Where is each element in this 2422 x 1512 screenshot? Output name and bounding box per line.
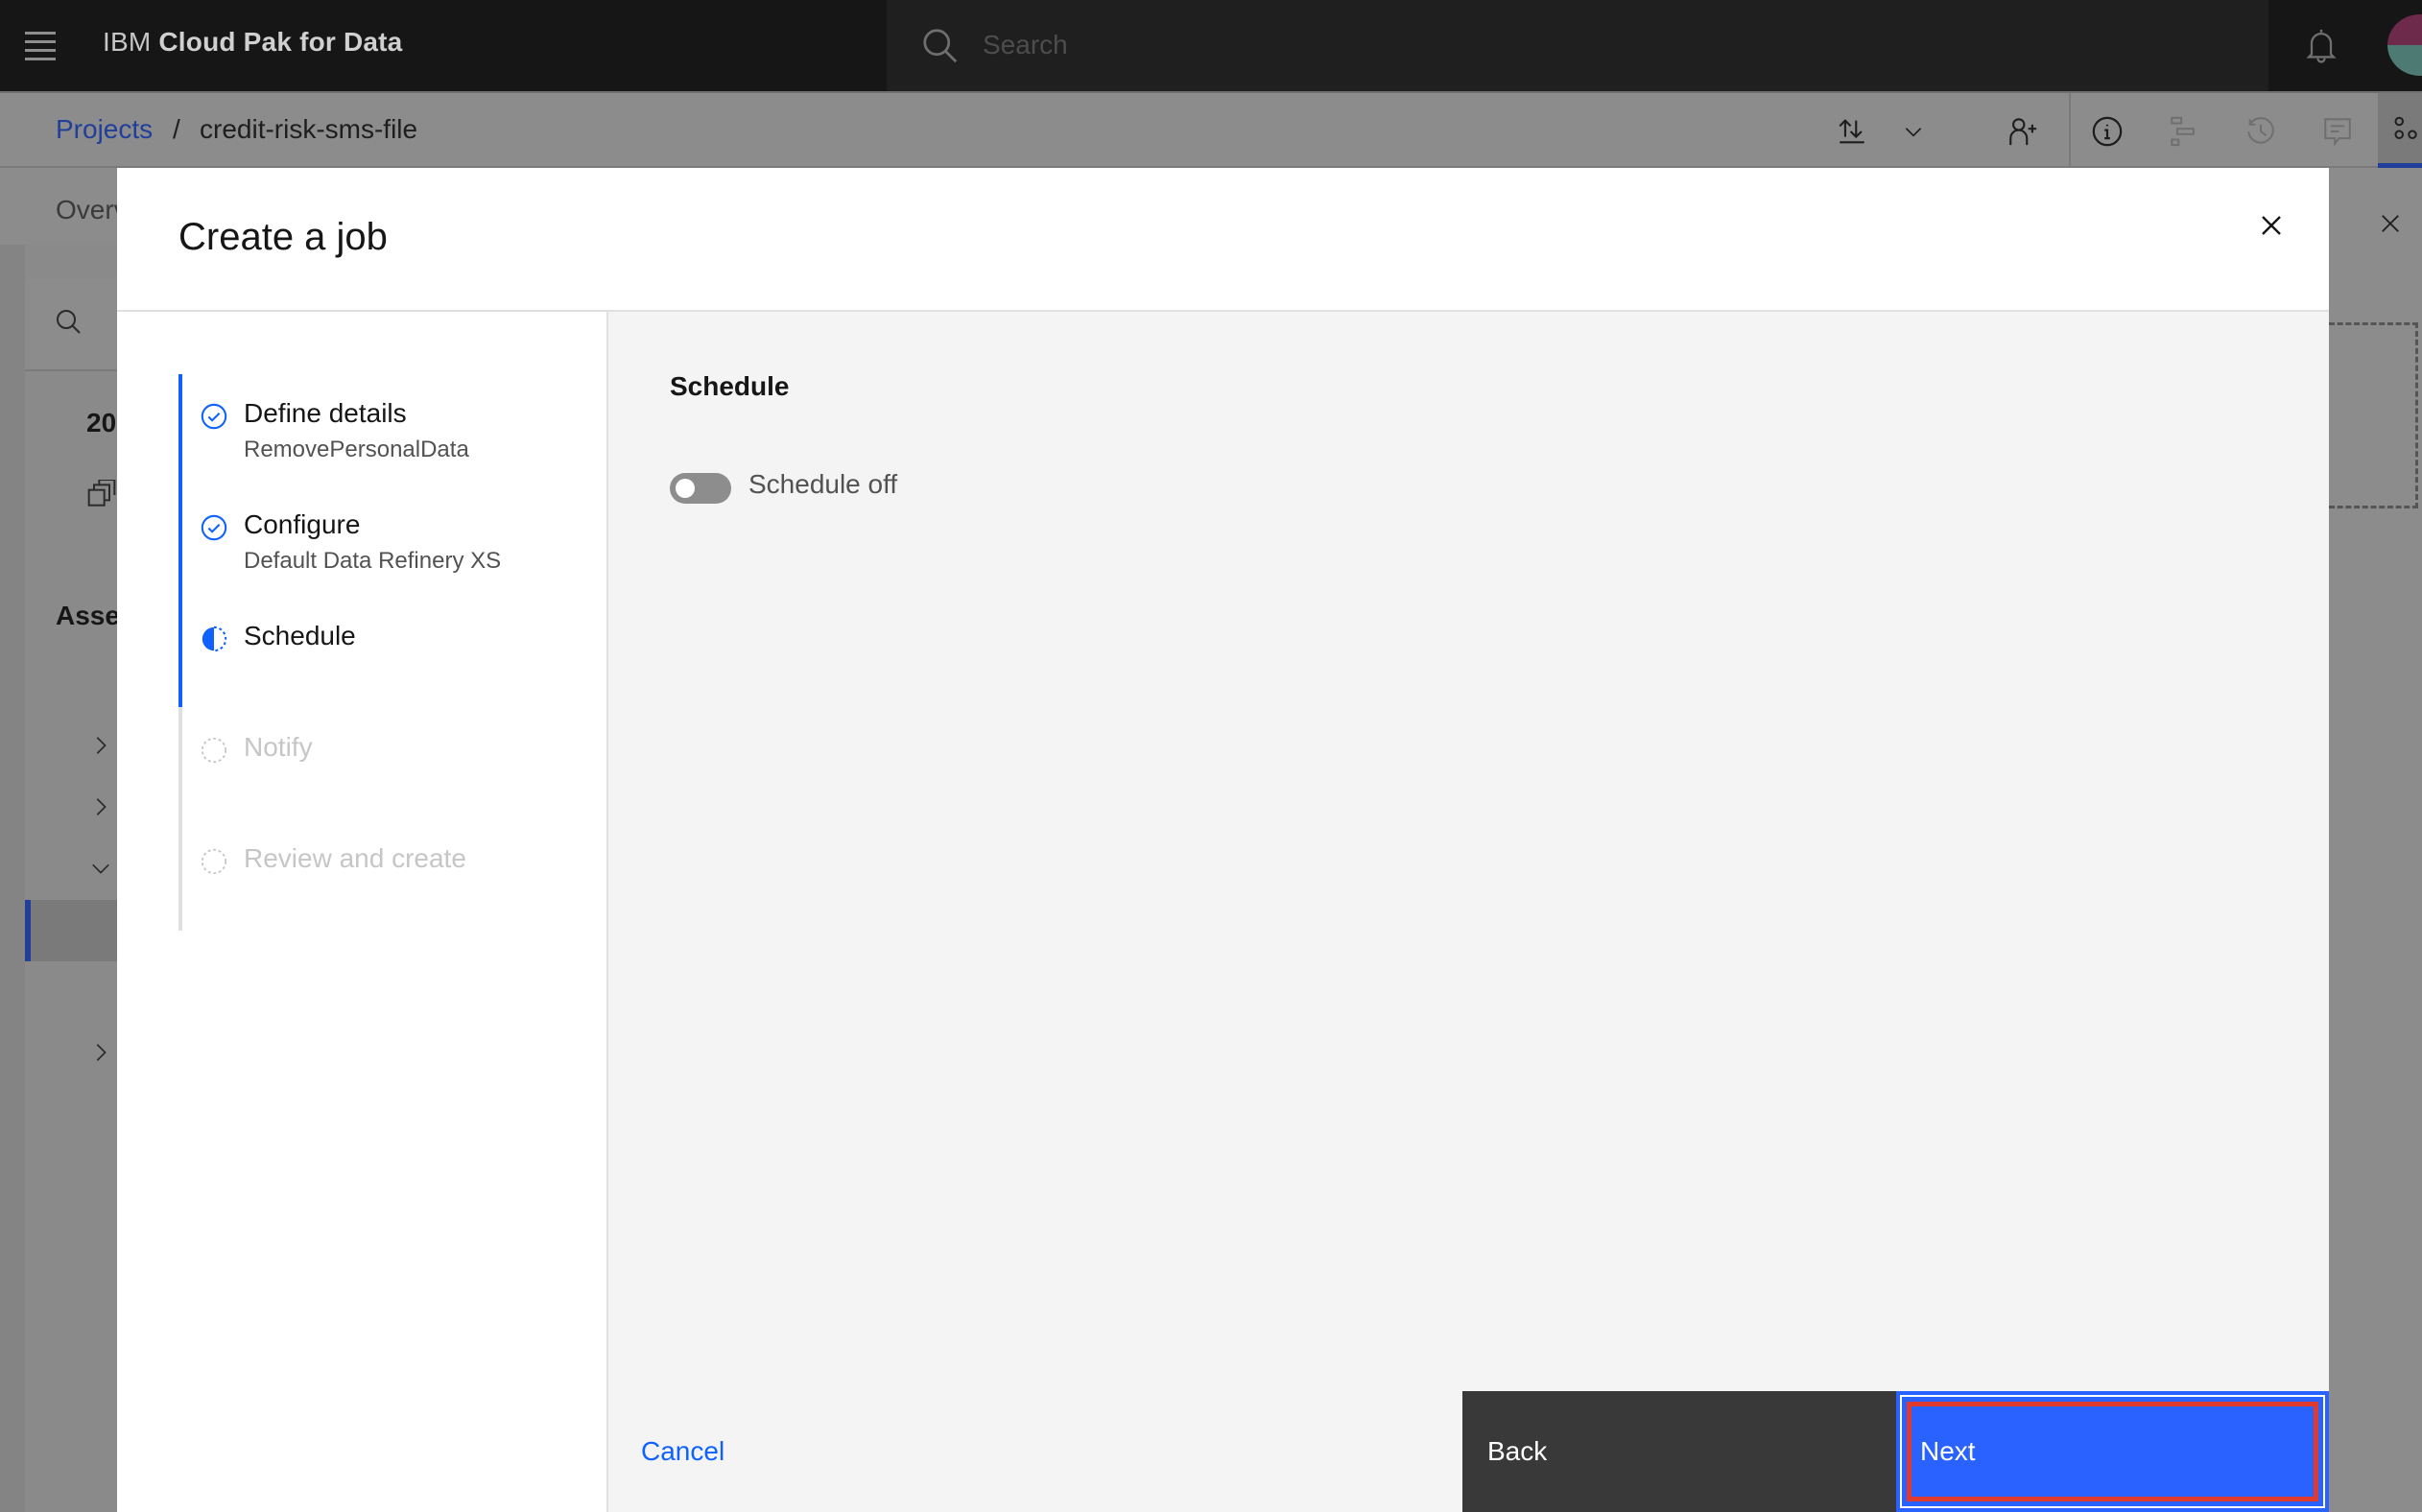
modal-close-button[interactable]	[2243, 197, 2300, 254]
modal-title: Create a job	[178, 216, 388, 258]
close-icon	[2262, 216, 2281, 235]
search-icon	[57, 310, 81, 334]
schedule-toggle[interactable]	[670, 473, 731, 504]
search-input[interactable]	[983, 21, 2134, 69]
modal-header: Create a job	[117, 168, 2329, 312]
progress-track-fill	[178, 374, 182, 707]
breadcrumb-current: credit-risk-sms-file	[200, 114, 418, 144]
background-search[interactable]	[25, 278, 117, 371]
apps-icon	[2394, 116, 2417, 139]
progress-steps: Define details RemovePersonalData Config…	[117, 312, 608, 1512]
background-drop-zone	[2329, 322, 2418, 508]
next-button[interactable]: Next	[1896, 1391, 2329, 1512]
notifications-button[interactable]	[2268, 0, 2374, 91]
search-icon	[923, 29, 958, 63]
chevron-right-icon[interactable]	[90, 735, 111, 756]
progress-track	[178, 374, 182, 931]
dashed-circle-icon	[201, 848, 227, 875]
chevron-down-icon[interactable]	[1892, 110, 1935, 153]
import-export-icon[interactable]	[1831, 110, 1873, 153]
back-button[interactable]: Back	[1462, 1391, 1896, 1512]
global-search	[887, 0, 2268, 91]
next-button-label: Next	[1920, 1436, 1976, 1466]
step-sublabel: Default Data Refinery XS	[244, 548, 502, 574]
chevron-right-icon[interactable]	[90, 796, 111, 817]
background-tabs: Overv	[0, 168, 128, 245]
background-left-column	[0, 245, 25, 1512]
step-label: Notify	[244, 732, 313, 762]
comments-icon[interactable]	[2316, 110, 2359, 153]
close-icon[interactable]	[2380, 213, 2401, 234]
toggle-knob	[676, 479, 695, 498]
user-avatar-button[interactable]	[2376, 0, 2422, 91]
brand-prefix: IBM	[103, 27, 152, 57]
background-selected-item[interactable]	[25, 900, 117, 961]
step-sublabel: RemovePersonalData	[244, 437, 469, 462]
cancel-button[interactable]: Cancel	[608, 1391, 1462, 1512]
step-label: Schedule	[244, 621, 356, 650]
chevron-right-icon[interactable]	[90, 1042, 111, 1063]
jobs-icon[interactable]	[2163, 110, 2205, 153]
half-circle-current-icon	[202, 626, 227, 652]
schedule-toggle-label: Schedule off	[748, 469, 898, 499]
step-label: Review and create	[244, 843, 466, 873]
step-label: Configure	[244, 509, 361, 539]
chevron-down-icon[interactable]	[90, 858, 111, 879]
breadcrumb-bar: Projects / credit-risk-sms-file	[0, 91, 2422, 168]
checkmark-circle-icon	[201, 514, 227, 541]
background-count: 20	[86, 408, 117, 437]
section-title: Schedule	[670, 371, 790, 401]
breadcrumb-separator: /	[173, 114, 180, 144]
menu-icon[interactable]	[17, 23, 63, 69]
checkmark-circle-icon	[201, 403, 227, 430]
background-assets-heading: Asse	[56, 601, 120, 630]
breadcrumb-projects-link[interactable]: Projects	[56, 114, 153, 145]
toolbar-divider	[2069, 93, 2071, 168]
dashed-circle-icon	[201, 737, 227, 764]
brand-title: IBM Cloud Pak for Data	[103, 27, 402, 58]
copy-icon[interactable]	[86, 480, 117, 510]
modal-footer: Cancel Back Next	[608, 1391, 2329, 1512]
info-icon[interactable]	[2086, 110, 2128, 153]
create-job-modal: Create a job Define details RemovePerson…	[117, 168, 2329, 1512]
brand-name: Cloud Pak for Data	[158, 27, 403, 57]
notification-bell-icon	[2306, 29, 2337, 63]
schedule-section: Schedule Schedule off	[608, 312, 2329, 1368]
user-avatar	[2387, 14, 2422, 76]
apps-tab[interactable]	[2378, 93, 2422, 168]
top-header: IBM Cloud Pak for Data	[0, 0, 2422, 91]
add-collaborator-icon[interactable]	[2002, 110, 2044, 153]
step-label: Define details	[244, 398, 407, 428]
history-icon[interactable]	[2240, 110, 2282, 153]
